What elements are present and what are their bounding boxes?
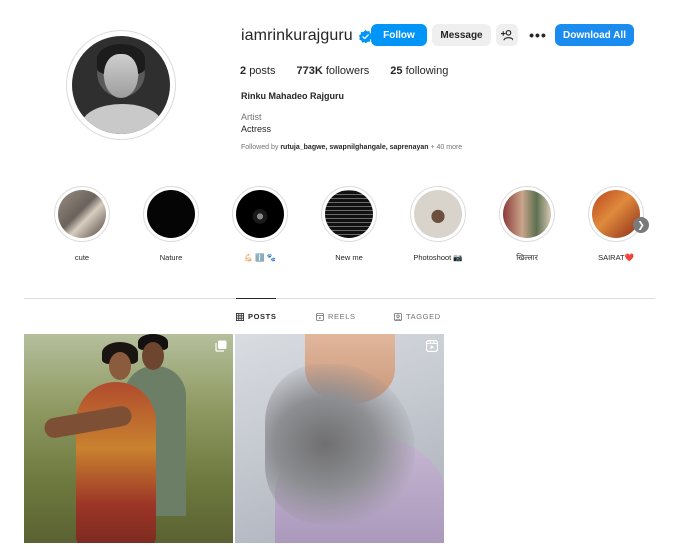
followers-count: 773K [296,65,323,77]
post-thumbnail[interactable] [235,334,444,543]
highlight-label: cute [74,253,90,262]
highlight-cover [503,190,551,238]
highlight-item[interactable]: New me [319,186,379,262]
profile-category: Artist [241,112,262,122]
story-highlights: cute Nature 💪🏻 ℹ️ 🐾 New me Photoshoot 📷 … [50,186,650,266]
highlight-cover [592,190,640,238]
tab-posts-label: POSTS [248,312,277,321]
grid-icon [236,312,244,321]
followed-by-prefix: Followed by [241,144,279,151]
highlight-item[interactable]: Nature [141,186,201,262]
posts-stat: 2 posts [240,65,275,77]
tagged-icon [394,312,402,321]
following-count: 25 [390,65,403,77]
tab-reels[interactable]: REELS [316,312,356,321]
profile-stats: 2 posts 773K followers 25 following [240,65,469,77]
highlight-label: SAIRAT❤️ [598,253,634,262]
profile-bio: Actress [241,124,272,134]
download-all-button[interactable]: Download All [555,24,634,46]
verified-badge-icon [358,29,372,43]
highlight-cover [414,190,462,238]
highlights-next-arrow-icon[interactable]: ❯ [633,217,649,233]
highlight-item[interactable]: cute [52,186,112,262]
highlight-label: New me [335,253,363,262]
add-user-icon [501,29,513,41]
post-thumbnail[interactable] [24,334,233,543]
followed-by[interactable]: Followed by rutuja_bagwe, swapnilghangal… [241,144,462,151]
following-stat[interactable]: 25 following [390,65,448,77]
reels-icon [316,312,324,321]
highlight-label: Photoshoot 📷 [413,253,463,262]
highlight-cover [58,190,106,238]
avatar-image [72,36,170,134]
message-button[interactable]: Message [432,24,491,46]
more-options-button[interactable]: ••• [527,24,549,46]
tab-reels-label: REELS [328,312,356,321]
highlight-item[interactable]: खिल्लार [497,186,557,263]
posts-count: 2 [240,65,247,77]
tabs-divider [24,298,655,299]
carousel-icon [215,340,227,352]
add-user-button[interactable] [496,24,518,46]
tab-tagged[interactable]: TAGGED [394,312,441,321]
full-name: Rinku Mahadeo Rajguru [241,91,345,101]
follow-button[interactable]: Follow [371,24,427,46]
highlight-label: 💪🏻 ℹ️ 🐾 [243,253,277,262]
following-label: following [405,65,449,77]
username: iamrinkurajguru [241,27,353,44]
followers-label: followers [325,65,370,77]
posts-label: posts [249,65,276,77]
highlight-cover [325,190,373,238]
highlight-cover [236,190,284,238]
active-tab-indicator [236,298,276,299]
tab-posts[interactable]: POSTS [236,312,276,321]
reel-icon [426,340,438,352]
highlight-label: Nature [159,253,183,262]
highlight-item[interactable]: 💪🏻 ℹ️ 🐾 [230,186,290,262]
followed-by-names: rutuja_bagwe, swapnilghangale, saprenaya… [280,144,429,151]
profile-avatar[interactable] [66,30,176,140]
highlight-cover [147,190,195,238]
highlight-item[interactable]: Photoshoot 📷 [408,186,468,262]
tab-tagged-label: TAGGED [406,312,441,321]
profile-tabs: POSTS REELS TAGGED [0,312,687,324]
highlight-label: खिल्लार [516,253,538,262]
followers-stat[interactable]: 773K followers [296,65,369,77]
username-row: iamrinkurajguru [241,24,372,48]
followed-by-more: + 40 more [430,144,463,151]
